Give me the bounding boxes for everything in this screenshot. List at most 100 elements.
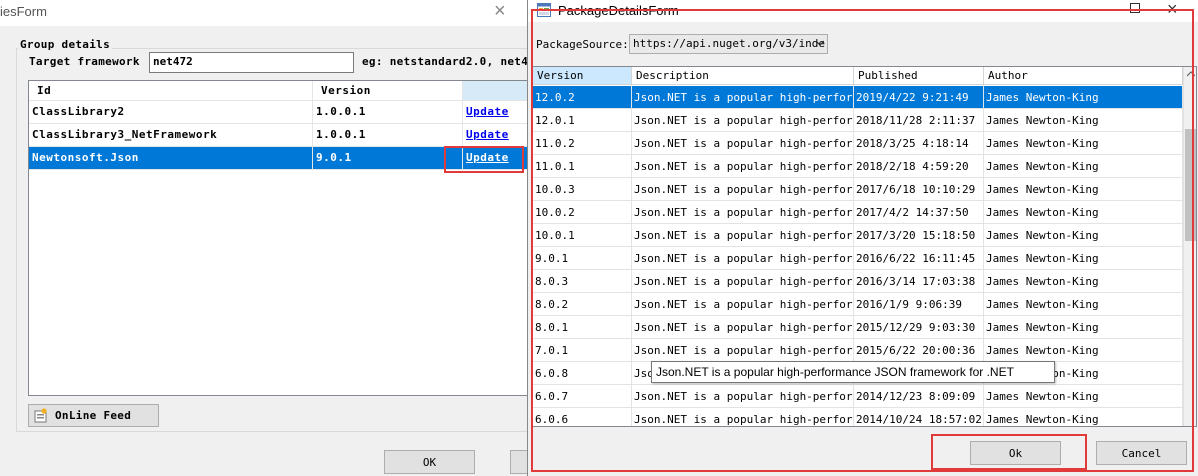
package-grid: Id Version ClassLibrary2 1.0.0.1 Update … xyxy=(28,80,531,396)
table-row[interactable]: 7.0.1 Json.NET is a popular high-perfor..… xyxy=(533,339,1183,362)
table-row[interactable]: 8.0.2 Json.NET is a popular high-perfor..… xyxy=(533,293,1183,316)
table-row[interactable]: 10.0.3 Json.NET is a popular high-perfor.… xyxy=(533,178,1183,201)
version-cell: 12.0.1 xyxy=(533,109,632,132)
column-header-published[interactable]: Published xyxy=(854,67,984,85)
vertical-scrollbar[interactable] xyxy=(1183,67,1196,426)
target-framework-input[interactable]: net472 xyxy=(149,52,354,73)
scrollbar-thumb[interactable] xyxy=(1185,129,1196,241)
published-cell: 2016/6/22 16:11:45 xyxy=(854,247,984,270)
table-row[interactable]: 11.0.1 Json.NET is a popular high-perfor.… xyxy=(533,155,1183,178)
description-cell: Json.NET is a popular high-perfor... xyxy=(632,132,854,155)
scroll-up-icon[interactable] xyxy=(1187,71,1195,77)
author-cell: James Newton-King xyxy=(984,201,1183,224)
table-row[interactable]: 11.0.2 Json.NET is a popular high-perfor.… xyxy=(533,132,1183,155)
description-cell: Json.NET is a popular high-perfor... xyxy=(632,247,854,270)
column-header-action[interactable] xyxy=(463,81,531,101)
author-cell: James Newton-King xyxy=(984,132,1183,155)
author-cell: James Newton-King xyxy=(984,178,1183,201)
table-row[interactable]: 10.0.1 Json.NET is a popular high-perfor.… xyxy=(533,224,1183,247)
left-window-title: iesForm xyxy=(0,4,47,19)
version-cell: 10.0.1 xyxy=(533,224,632,247)
table-row-selected[interactable]: 12.0.2 Json.NET is a popular high-perfor.… xyxy=(533,86,1183,109)
table-row[interactable]: ClassLibrary2 1.0.0.1 Update xyxy=(29,101,531,124)
published-cell: 2017/3/20 15:18:50 xyxy=(854,224,984,247)
author-cell: James Newton-King xyxy=(984,408,1183,426)
close-icon[interactable]: × xyxy=(1167,0,1178,20)
column-header-description[interactable]: Description xyxy=(632,67,854,85)
version-cell: 8.0.3 xyxy=(533,270,632,293)
version-cell: 11.0.2 xyxy=(533,132,632,155)
version-cell: 8.0.2 xyxy=(533,293,632,316)
update-link[interactable]: Update xyxy=(466,105,509,118)
online-feed-button[interactable]: OnLine Feed xyxy=(28,404,159,427)
published-cell: 2015/6/22 20:00:36 xyxy=(854,339,984,362)
version-cell: 10.0.2 xyxy=(533,201,632,224)
published-cell: 2014/12/23 8:09:09 xyxy=(854,385,984,408)
form-icon xyxy=(537,3,551,17)
published-cell: 2019/4/22 9:21:49 xyxy=(854,86,984,109)
published-cell: 2018/11/28 2:11:37 xyxy=(854,109,984,132)
table-row[interactable]: 6.0.7 Json.NET is a popular high-perfor..… xyxy=(533,385,1183,408)
author-cell: James Newton-King xyxy=(984,270,1183,293)
description-cell: Json.NET is a popular high-perfor... xyxy=(632,293,854,316)
group-details-label: Group details xyxy=(18,38,112,51)
description-cell: Json.NET is a popular high-perfor... xyxy=(632,339,854,362)
author-cell: James Newton-King xyxy=(984,316,1183,339)
description-cell: Json.NET is a popular high-perfor... xyxy=(632,270,854,293)
description-cell: Json.NET is a popular high-perfor... xyxy=(632,408,854,426)
package-source-select[interactable]: https://api.nuget.org/v3/inde xyxy=(629,34,828,54)
close-icon[interactable]: × xyxy=(494,1,506,21)
table-row[interactable]: 10.0.2 Json.NET is a popular high-perfor.… xyxy=(533,201,1183,224)
ok-button[interactable]: Ok xyxy=(970,441,1061,465)
published-cell: 2014/10/24 18:57:02 xyxy=(854,408,984,426)
chevron-down-icon xyxy=(816,40,824,46)
left-ok-button[interactable]: OK xyxy=(384,450,475,474)
table-row[interactable]: 8.0.1 Json.NET is a popular high-perfor..… xyxy=(533,316,1183,339)
package-version-cell: 1.0.0.1 xyxy=(313,101,463,124)
author-cell: James Newton-King xyxy=(984,339,1183,362)
package-id-cell: ClassLibrary3_NetFramework xyxy=(29,124,313,147)
version-cell: 9.0.1 xyxy=(533,247,632,270)
version-cell: 6.0.6 xyxy=(533,408,632,426)
description-cell: Json.NET is a popular high-perfor... xyxy=(632,109,854,132)
description-cell: Json.NET is a popular high-perfor... xyxy=(632,201,854,224)
published-cell: 2018/2/18 4:59:20 xyxy=(854,155,984,178)
version-cell: 6.0.7 xyxy=(533,385,632,408)
version-cell: 11.0.1 xyxy=(533,155,632,178)
feed-icon xyxy=(34,408,47,423)
right-window-title: PackageDetailsForm xyxy=(558,3,679,18)
published-cell: 2016/1/9 9:06:39 xyxy=(854,293,984,316)
right-title-bar: PackageDetailsForm × xyxy=(528,0,1198,22)
column-header-author[interactable]: Author xyxy=(984,67,1183,85)
annotation-highlight-update xyxy=(444,146,524,173)
column-header-version[interactable]: Version xyxy=(313,81,463,101)
description-cell: Json.NET is a popular high-perfor... xyxy=(632,178,854,201)
author-cell: James Newton-King xyxy=(984,86,1183,109)
version-cell: 7.0.1 xyxy=(533,339,632,362)
author-cell: James Newton-King xyxy=(984,385,1183,408)
author-cell: James Newton-King xyxy=(984,155,1183,178)
table-row[interactable]: 8.0.3 Json.NET is a popular high-perfor..… xyxy=(533,270,1183,293)
column-header-id[interactable]: Id xyxy=(29,81,313,101)
update-link-cell: Update xyxy=(463,124,531,147)
maximize-icon[interactable] xyxy=(1130,3,1140,13)
description-cell: Json.NET is a popular high-perfor... xyxy=(632,316,854,339)
update-link[interactable]: Update xyxy=(466,128,509,141)
table-row[interactable]: 6.0.6 Json.NET is a popular high-perfor..… xyxy=(533,408,1183,426)
package-id-cell: ClassLibrary2 xyxy=(29,101,313,124)
description-tooltip: Json.NET is a popular high-performance J… xyxy=(651,361,1055,383)
author-cell: James Newton-King xyxy=(984,293,1183,316)
author-cell: James Newton-King xyxy=(984,224,1183,247)
column-header-version[interactable]: Version xyxy=(533,67,632,85)
table-row[interactable]: ClassLibrary3_NetFramework 1.0.0.1 Updat… xyxy=(29,124,531,147)
version-grid-header: Version Description Published Author xyxy=(533,67,1183,85)
version-cell: 8.0.1 xyxy=(533,316,632,339)
dependencies-form-window: iesForm × Group details Target framework… xyxy=(0,0,531,476)
author-cell: James Newton-King xyxy=(984,109,1183,132)
cancel-button[interactable]: Cancel xyxy=(1096,441,1187,465)
table-row[interactable]: 9.0.1 Json.NET is a popular high-perfor..… xyxy=(533,247,1183,270)
package-source-value: https://api.nuget.org/v3/inde xyxy=(633,37,826,50)
description-cell: Json.NET is a popular high-perfor... xyxy=(632,385,854,408)
published-cell: 2015/12/29 9:03:30 xyxy=(854,316,984,339)
table-row[interactable]: 12.0.1 Json.NET is a popular high-perfor.… xyxy=(533,109,1183,132)
